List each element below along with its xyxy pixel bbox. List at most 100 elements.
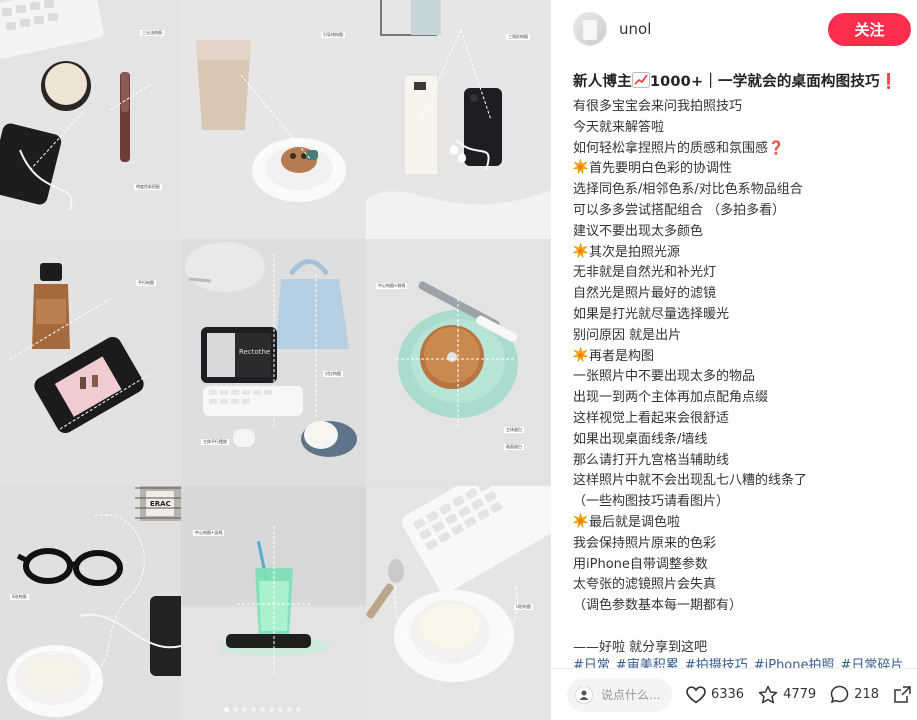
follow-button[interactable]: 关注 xyxy=(828,13,911,46)
carousel-dot[interactable] xyxy=(296,707,301,712)
author-info[interactable]: unol xyxy=(573,12,651,46)
product-label-text: ERAC xyxy=(150,500,171,508)
note-title: 新人博主 1000+｜一学就会的桌面构图技巧❗ xyxy=(573,70,913,91)
description-line: （一些构图技巧请看图片） xyxy=(573,492,913,513)
sparkle-icon xyxy=(573,512,588,528)
photo-green-drink xyxy=(181,486,366,720)
carousel-dot[interactable] xyxy=(233,707,238,712)
carousel-dot[interactable] xyxy=(269,707,274,712)
description-text: 如果出现桌面线条/墙线 xyxy=(573,431,708,447)
description-text: 别问原因 就是出片 xyxy=(573,327,682,343)
description-text: 今天就来解答啦 xyxy=(573,119,665,135)
composition-tag: 主体留白 xyxy=(504,427,524,433)
photo-glasses-cup: ERAC xyxy=(0,486,181,720)
composition-tag: 三分法构图 xyxy=(140,30,164,36)
like-button[interactable]: 6336 xyxy=(686,685,744,704)
comment-input[interactable]: 说点什么... xyxy=(567,677,672,712)
title-prefix: 新人博主 xyxy=(573,74,632,90)
description-line: 那么请打开九宫格当辅助线 xyxy=(573,451,913,472)
description-text: 如果是打光就尽量选择暖光 xyxy=(573,306,730,322)
composition-tag: 三角形构图 xyxy=(506,34,530,40)
exclamation-icon: ❗ xyxy=(879,74,898,90)
note-image-carousel[interactable]: 三分法构图 明度色彩搭配 引导线构图 三角形构图 平行构图 Rectothe 对… xyxy=(0,0,551,720)
description-line: ——好啦 就分享到这吧 xyxy=(573,638,913,659)
photo-lamp-tablet-bag: Rectothe xyxy=(181,239,366,486)
grid-photo-6: 中心构图+斜线 主体留白 画面留白 xyxy=(366,239,551,486)
carousel-dot[interactable] xyxy=(260,707,265,712)
description-text: 可以多多尝试搭配组合 （多拍多看） xyxy=(573,202,786,218)
description-text: 出现一到两个主体再加点配角点缀 xyxy=(573,390,769,406)
description-line: 出现一到两个主体再加点配角点缀 xyxy=(573,388,913,409)
composition-tag: 平行构图 xyxy=(136,280,156,286)
comment-button[interactable]: 218 xyxy=(830,685,879,704)
collect-count: 4779 xyxy=(783,687,817,702)
description-line: 这样视觉上看起来会很舒适 xyxy=(573,409,913,430)
description-text: 这样照片中就不会出现乱七八糟的线条了 xyxy=(573,473,808,489)
grid-photo-4: 平行构图 xyxy=(0,239,181,486)
description-line: 首先要明白色彩的协调性 xyxy=(573,159,913,180)
description-line: 建议不要出现太多颜色 xyxy=(573,222,913,243)
description-line: 太夸张的滤镜照片会失真 xyxy=(573,575,913,596)
carousel-dot[interactable] xyxy=(278,707,283,712)
composition-tag: 主体平行摆放 xyxy=(201,439,229,445)
description-text: 其次是拍照光源 xyxy=(589,244,681,260)
description-text: 有很多宝宝会来问我拍照技巧 xyxy=(573,99,743,114)
description-line: 自然光是照片最好的滤镜 xyxy=(573,284,913,305)
carousel-dot[interactable] xyxy=(242,707,247,712)
composition-tag: 画面留白 xyxy=(504,444,524,450)
description-text: （调色参数基本每一期都有） xyxy=(573,598,743,614)
description-line: 如何轻松拿捏照片的质感和氛围感❓ xyxy=(573,139,913,160)
description-line: 再者是构图 xyxy=(573,346,913,368)
carousel-dot[interactable] xyxy=(251,707,256,712)
description-line: 用iPhone自带调整参数 xyxy=(573,555,913,576)
description-text: 这样视觉上看起来会很舒适 xyxy=(573,410,730,426)
composition-tag: 明度色彩搭配 xyxy=(134,184,162,190)
description-text: 用iPhone自带调整参数 xyxy=(573,556,708,572)
description-line: 其次是拍照光源 xyxy=(573,242,913,264)
description-line: 这样照片中就不会出现乱七八糟的线条了 xyxy=(573,471,913,492)
grid-photo-2: 引导线构图 xyxy=(181,0,366,239)
description-line: 最后就是调色啦 xyxy=(573,512,913,534)
star-icon xyxy=(758,685,778,704)
description-text: 首先要明白色彩的协调性 xyxy=(589,161,733,177)
description-text: 那么请打开九宫格当辅助线 xyxy=(573,452,730,468)
description-text: 再者是构图 xyxy=(589,348,655,364)
description-line: 如果出现桌面线条/墙线 xyxy=(573,430,913,451)
share-button[interactable] xyxy=(893,685,917,704)
composition-tag: S形构图 xyxy=(10,594,29,600)
author-name[interactable]: unol xyxy=(619,20,651,38)
grid-photo-1: 三分法构图 明度色彩搭配 xyxy=(0,0,181,239)
description-text: 一张照片中不要出现太多的物品 xyxy=(573,369,756,385)
sparkle-icon xyxy=(573,242,588,258)
grid-photo-8: 中心构图+竖线 xyxy=(181,486,366,720)
description-line xyxy=(573,617,913,638)
description-text: 最后就是调色啦 xyxy=(589,514,681,530)
grid-photo-5: Rectothe 对比构图 主体平行摆放 xyxy=(181,239,366,486)
composition-tag: U形构图 xyxy=(514,604,533,610)
grid-photo-3: 三角形构图 xyxy=(366,0,551,239)
description-text: 我会保持照片原来的色彩 xyxy=(573,535,717,551)
carousel-indicator[interactable] xyxy=(224,707,301,712)
title-suffix: 1000+｜一学就会的桌面构图技巧 xyxy=(649,74,880,90)
description-line: 无非就是自然光和补光灯 xyxy=(573,263,913,284)
collect-button[interactable]: 4779 xyxy=(758,685,816,704)
composition-tag: 中心构图+竖线 xyxy=(193,530,225,536)
description-text: 太夸张的滤镜照片会失真 xyxy=(573,577,717,593)
carousel-dot[interactable] xyxy=(224,707,229,712)
heart-icon xyxy=(686,685,706,703)
carousel-dot[interactable] xyxy=(287,707,292,712)
grid-photo-9: U形构图 xyxy=(366,486,551,720)
description-text: ——好啦 就分享到这吧 xyxy=(573,639,708,655)
photo-keyboard-cup-spoon xyxy=(366,486,551,720)
share-icon xyxy=(894,686,911,703)
chart-up-icon xyxy=(631,72,650,88)
question-mark-icon: ❓ xyxy=(768,140,785,156)
description-text: 无非就是自然光和补光灯 xyxy=(573,265,717,281)
photo-serum-phone xyxy=(0,239,181,486)
avatar[interactable] xyxy=(573,12,607,46)
description-text: 建议不要出现太多颜色 xyxy=(573,223,704,239)
note-description: 有很多宝宝会来问我拍照技巧 今天就来解答啦如何轻松拿捏照片的质感和氛围感❓ 首先要明… xyxy=(573,97,913,659)
description-line: 如果是打光就尽量选择暖光 xyxy=(573,305,913,326)
composition-tag: 引导线构图 xyxy=(321,32,345,38)
comment-count: 218 xyxy=(854,687,879,702)
